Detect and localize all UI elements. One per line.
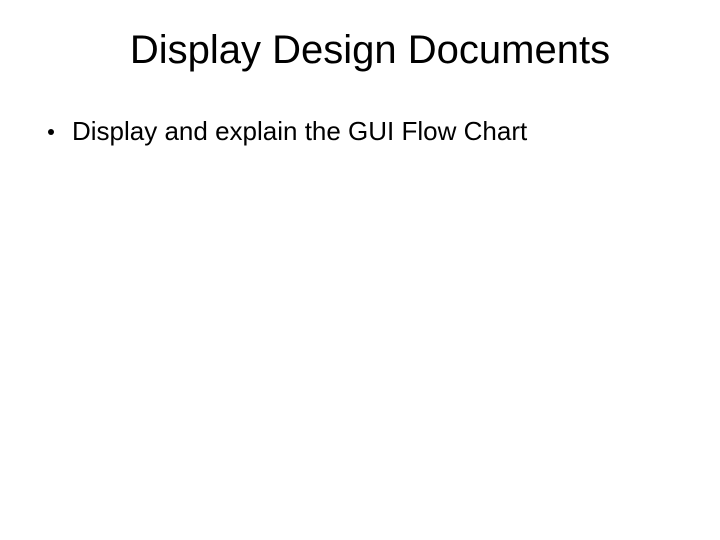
bullet-list: Display and explain the GUI Flow Chart: [40, 115, 680, 149]
list-item: Display and explain the GUI Flow Chart: [48, 115, 680, 149]
bullet-icon: [48, 129, 54, 135]
bullet-text: Display and explain the GUI Flow Chart: [72, 115, 527, 149]
slide-title: Display Design Documents: [80, 28, 660, 73]
slide-container: Display Design Documents Display and exp…: [0, 0, 720, 540]
